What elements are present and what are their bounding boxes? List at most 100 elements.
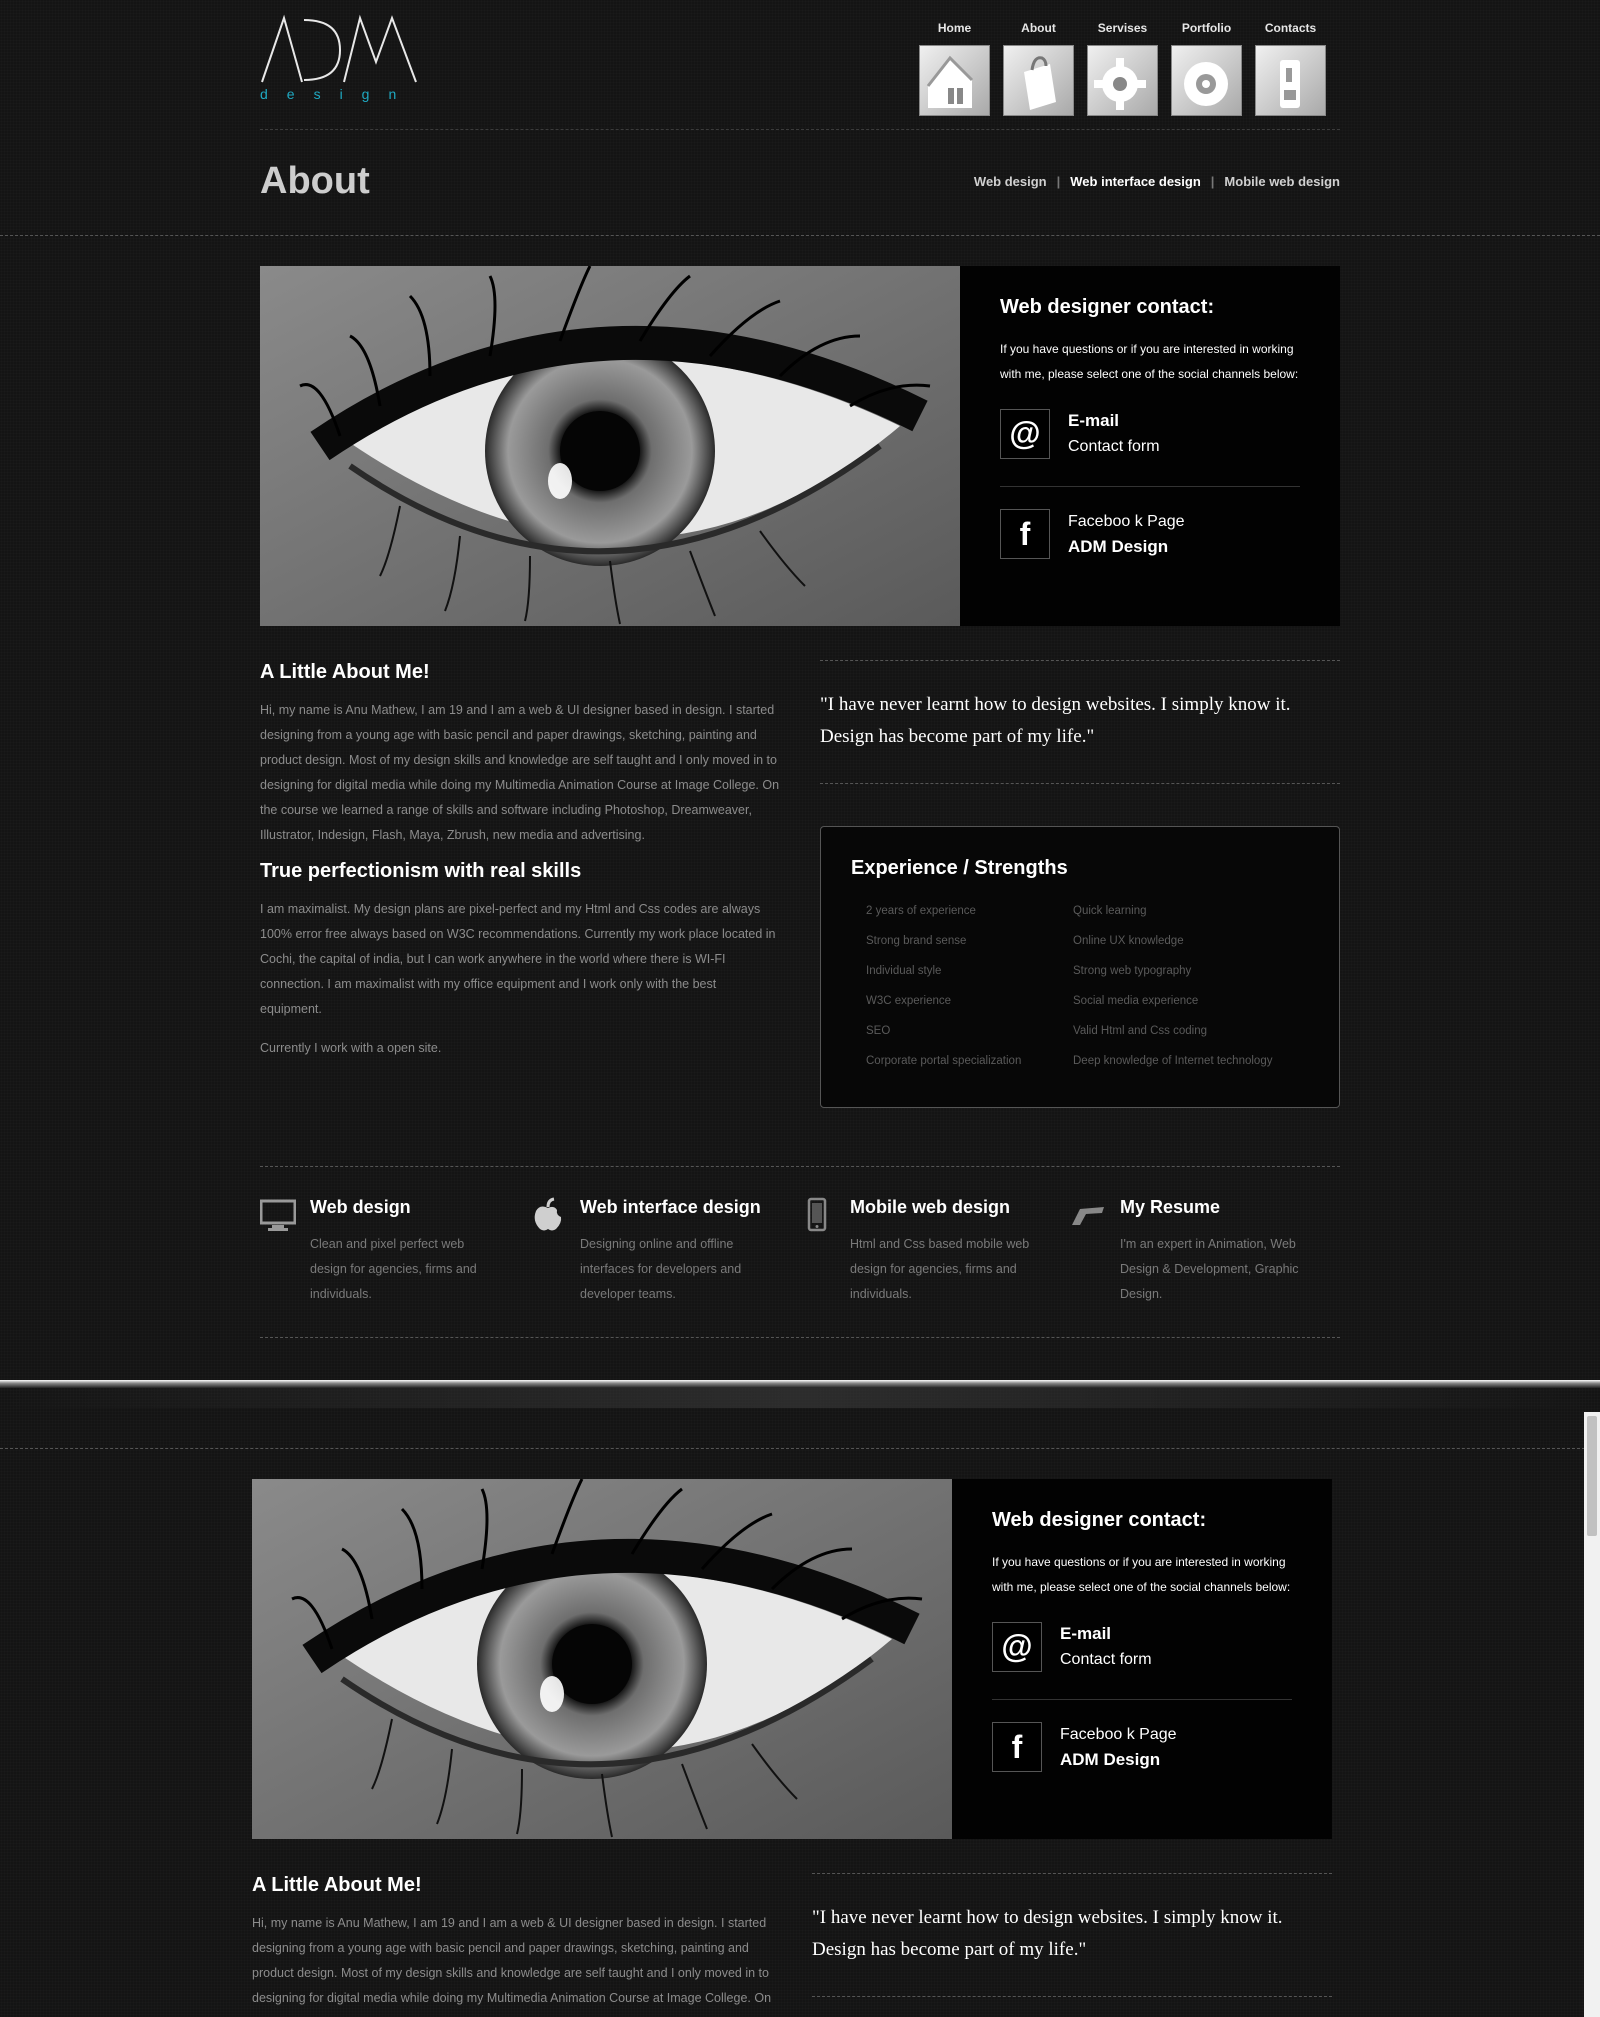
portfolio-icon [1171, 45, 1242, 116]
phone-icon [1255, 45, 1326, 116]
resume-icon [1072, 1207, 1104, 1225]
service-text: I'm an expert in Animation, Web Design &… [1120, 1237, 1299, 1301]
site-header: design Home About Servises Portfolio Con… [260, 0, 1340, 130]
nav-contacts[interactable]: Contacts [1255, 18, 1326, 116]
scrollbar-thumb[interactable] [1587, 1416, 1597, 1536]
contact-box: Web designer contact: If you have questi… [952, 1479, 1332, 1839]
service-title[interactable]: Web interface design [580, 1197, 800, 1218]
monitor-icon [260, 1199, 296, 1231]
facebook-label: Faceboo k Page [1068, 512, 1185, 530]
contact-box: Web designer contact: If you have questi… [960, 266, 1340, 626]
sub-nav: Web design | Web interface design | Mobile w… [974, 174, 1340, 189]
nav-portfolio[interactable]: Portfolio [1171, 18, 1242, 116]
about-heading: A Little About Me! [260, 661, 430, 683]
contact-intro: If you have questions or if you are inte… [992, 1555, 1291, 1594]
experience-item: Quick learning [1073, 905, 1147, 917]
contact-facebook-row[interactable]: f Faceboo k Page ADM Design [1000, 501, 1300, 567]
nav-servises[interactable]: Servises [1087, 18, 1158, 116]
home-icon [919, 45, 990, 116]
subnav-separator: | [1056, 174, 1061, 189]
experience-title: Experience / Strengths [851, 857, 1068, 879]
services-row: Web design Clean and pixel perfect web d… [260, 1166, 1340, 1338]
quote-block: "I have never learnt how to design websi… [812, 1873, 1332, 1997]
main-nav: Home About Servises Portfolio Contacts [919, 18, 1326, 116]
divider-bottom-line [0, 1448, 1600, 1449]
bag-icon [1003, 45, 1074, 116]
adm-logo[interactable]: design [260, 14, 420, 109]
experience-item: Strong brand sense [866, 935, 967, 947]
nav-about[interactable]: About [1003, 18, 1074, 116]
page-scrollbar[interactable] [1584, 1412, 1600, 2017]
experience-item: Online UX knowledge [1073, 935, 1184, 947]
divider-line [0, 1380, 1600, 1388]
experience-item: SEO [866, 1025, 891, 1037]
facebook-link[interactable]: ADM Design [1060, 1750, 1160, 1769]
subnav-separator: | [1210, 174, 1215, 189]
subnav-web-design[interactable]: Web design [974, 174, 1047, 189]
email-label: E-mail [1068, 411, 1120, 430]
section-divider [0, 1380, 1600, 1450]
experience-item: Social media experience [1073, 995, 1199, 1007]
service-text: Clean and pixel perfect web design for a… [310, 1237, 477, 1301]
experience-item: Deep knowledge of Internet technology [1073, 1055, 1273, 1067]
facebook-icon[interactable]: f [992, 1722, 1042, 1772]
logo-mark-icon [261, 14, 417, 83]
service-text: Designing online and offline interfaces … [580, 1237, 742, 1301]
experience-item: Corporate portal specialization [866, 1055, 1022, 1067]
experience-item: Individual style [866, 965, 942, 977]
nav-portfolio-label: Portfolio [1181, 21, 1232, 35]
nav-home-label: Home [937, 21, 972, 35]
nav-contacts-label: Contacts [1264, 21, 1317, 35]
experience-item: Strong web typography [1073, 965, 1192, 977]
service-text: Html and Css based mobile web design for… [850, 1237, 1030, 1301]
apple-icon [534, 1197, 562, 1231]
experience-list: 2 years of experience Quick learning Str… [851, 896, 1309, 1076]
perfectionism-text: I am maximalist. My design plans are pix… [260, 902, 776, 1016]
contact-intro: If you have questions or if you are inte… [1000, 342, 1299, 381]
experience-item: Valid Html and Css coding [1073, 1025, 1208, 1037]
nav-home[interactable]: Home [919, 18, 990, 116]
service-my-resume[interactable]: My Resume I'm an expert in Animation, We… [1070, 1167, 1340, 1337]
experience-box: Experience / Strengths 2 years of experi… [820, 826, 1340, 1108]
about-text: Hi, my name is Anu Mathew, I am 19 and I… [260, 703, 780, 842]
about-section-repeat: Web designer contact: If you have questi… [252, 1479, 1332, 2017]
about-heading: A Little About Me! [252, 1874, 422, 1896]
email-link[interactable]: Contact form [1068, 438, 1160, 455]
about-column: A Little About Me! Hi, my name is Anu Ma… [260, 661, 780, 1061]
contact-email-row[interactable]: @ E-mail Contact form [1000, 401, 1300, 487]
service-title[interactable]: Mobile web design [850, 1197, 1070, 1218]
service-web-design[interactable]: Web design Clean and pixel perfect web d… [260, 1167, 530, 1337]
contact-facebook-row[interactable]: f Faceboo k Page ADM Design [992, 1714, 1292, 1780]
title-bar: About Web design | Web interface design | Mo… [0, 130, 1600, 236]
service-web-interface-design[interactable]: Web interface design Designing online an… [530, 1167, 800, 1337]
facebook-icon[interactable]: f [1000, 509, 1050, 559]
service-mobile-web-design[interactable]: Mobile web design Html and Css based mob… [800, 1167, 1070, 1337]
service-title[interactable]: Web design [310, 1197, 530, 1218]
perfectionism-heading: True perfectionism with real skills [260, 860, 582, 882]
nav-about-label: About [1021, 21, 1056, 35]
email-link[interactable]: Contact form [1060, 1651, 1152, 1668]
service-title[interactable]: My Resume [1120, 1197, 1340, 1218]
eye-hero-image [260, 266, 960, 626]
contact-email-row[interactable]: @ E-mail Contact form [992, 1614, 1292, 1700]
contact-title: Web designer contact: [1000, 296, 1215, 318]
contact-title: Web designer contact: [992, 1509, 1207, 1531]
subnav-web-interface-design[interactable]: Web interface design [1070, 174, 1201, 189]
about-text: Hi, my name is Anu Mathew, I am 19 and I… [252, 1916, 772, 2017]
email-label: E-mail [1060, 1624, 1112, 1643]
at-icon[interactable]: @ [992, 1621, 1042, 1672]
quote-block: "I have never learnt how to design websi… [820, 660, 1340, 784]
facebook-label: Faceboo k Page [1060, 1725, 1177, 1743]
about-column: A Little About Me! Hi, my name is Anu Ma… [252, 1874, 772, 2017]
nav-servises-label: Servises [1097, 21, 1148, 35]
experience-item: 2 years of experience [866, 905, 976, 917]
subnav-mobile-web-design[interactable]: Mobile web design [1224, 174, 1340, 189]
current-work-text: Currently I work with a open site. [260, 1041, 442, 1055]
logo-subtitle: design [260, 86, 416, 102]
experience-item: W3C experience [866, 995, 952, 1007]
at-icon[interactable]: @ [1000, 408, 1050, 459]
eye-hero-image [252, 1479, 952, 1839]
page-title: About [260, 160, 370, 202]
gear-icon [1087, 45, 1158, 116]
facebook-link[interactable]: ADM Design [1068, 537, 1168, 556]
